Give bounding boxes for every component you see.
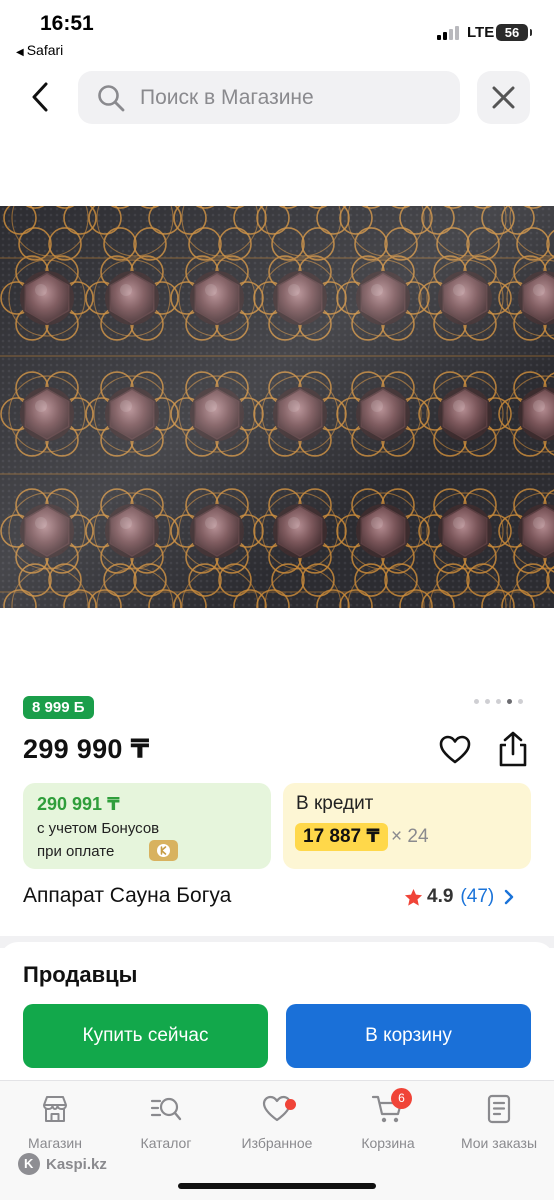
product-title: Аппарат Сауна Богуа xyxy=(23,884,232,907)
add-to-cart-button[interactable]: В корзину xyxy=(286,1004,531,1068)
tab-favorites[interactable]: Избранное xyxy=(222,1093,332,1153)
search-input[interactable] xyxy=(140,71,450,124)
back-app-label: Safari xyxy=(26,42,64,58)
close-button[interactable] xyxy=(477,71,530,124)
battery-icon: 56 xyxy=(496,24,532,41)
tab-store[interactable]: Магазин xyxy=(0,1093,110,1153)
kaspi-logo-icon xyxy=(18,1153,40,1175)
bonus-payment-note: при оплате xyxy=(37,843,115,860)
tab-cart[interactable]: 6 Корзина xyxy=(333,1088,443,1153)
pagination-dot xyxy=(507,699,512,704)
credit-card[interactable]: В кредит 17 887 ₸ × 24 xyxy=(283,783,531,869)
buy-now-button[interactable]: Купить сейчас xyxy=(23,1004,268,1068)
favorite-button[interactable] xyxy=(438,734,472,766)
tab-label: Мои заказы xyxy=(460,1135,538,1151)
bonus-price: 290 991 ₸ xyxy=(37,794,120,814)
catalog-icon xyxy=(150,1097,182,1121)
orders-icon xyxy=(487,1094,511,1124)
chevron-right-icon xyxy=(505,889,514,905)
credit-title: В кредит xyxy=(296,793,374,814)
share-icon xyxy=(499,731,527,767)
heart-icon xyxy=(439,735,471,764)
product-price: 299 990 ₸ xyxy=(23,734,150,764)
status-time: 16:51 xyxy=(40,12,94,35)
home-indicator xyxy=(178,1183,376,1189)
product-rating[interactable]: 4.9 (47) xyxy=(404,884,514,910)
sellers-title: Продавцы xyxy=(23,962,138,987)
tab-label: Корзина xyxy=(361,1135,415,1151)
site-name: Kaspi.kz xyxy=(46,1155,107,1173)
rating-value: 4.9 xyxy=(427,886,454,907)
bonus-note: с учетом Бонусов xyxy=(37,820,160,837)
share-button[interactable] xyxy=(496,730,530,768)
cart-count-badge: 6 xyxy=(391,1088,412,1109)
signal-icon xyxy=(437,26,461,40)
tab-catalog[interactable]: Каталог xyxy=(111,1093,221,1153)
tab-bar: Магазин Каталог Избранное 6 Корзина Мои … xyxy=(0,1080,554,1200)
chevron-left-icon xyxy=(32,82,48,112)
pagination-dot xyxy=(496,699,501,704)
image-pagination xyxy=(474,699,523,704)
network-type: LTE xyxy=(467,24,495,41)
bonus-badge: 8 999 Б xyxy=(23,696,94,719)
back-button[interactable] xyxy=(24,74,60,120)
star-icon xyxy=(404,888,423,906)
bonus-price-card[interactable]: 290 991 ₸ с учетом Бонусов при оплате xyxy=(23,783,271,869)
status-bar: 16:51 ◀ Safari LTE 56 xyxy=(0,0,554,64)
tab-orders[interactable]: Мои заказы xyxy=(444,1093,554,1153)
back-triangle-icon: ◀ xyxy=(16,47,24,58)
favorites-dot xyxy=(285,1099,296,1110)
search-icon xyxy=(98,85,125,112)
pagination-dot xyxy=(518,699,523,704)
product-image[interactable] xyxy=(0,206,554,608)
pagination-dot xyxy=(485,699,490,704)
monthly-payment: 17 887 ₸ xyxy=(295,823,388,851)
tab-label: Каталог xyxy=(140,1135,192,1151)
store-icon xyxy=(43,1096,67,1122)
credit-months: × 24 xyxy=(391,826,429,847)
tab-label: Избранное xyxy=(241,1135,313,1151)
tab-label: Магазин xyxy=(27,1135,82,1151)
pagination-dot xyxy=(474,699,479,704)
search-box[interactable] xyxy=(78,71,460,124)
product-photo xyxy=(0,206,554,608)
reviews-count[interactable]: (47) xyxy=(460,886,494,908)
site-label: Kaspi.kz xyxy=(18,1152,107,1176)
kaspi-gold-icon xyxy=(149,840,178,861)
close-icon xyxy=(492,86,515,109)
back-to-safari[interactable]: ◀ Safari xyxy=(16,42,63,58)
